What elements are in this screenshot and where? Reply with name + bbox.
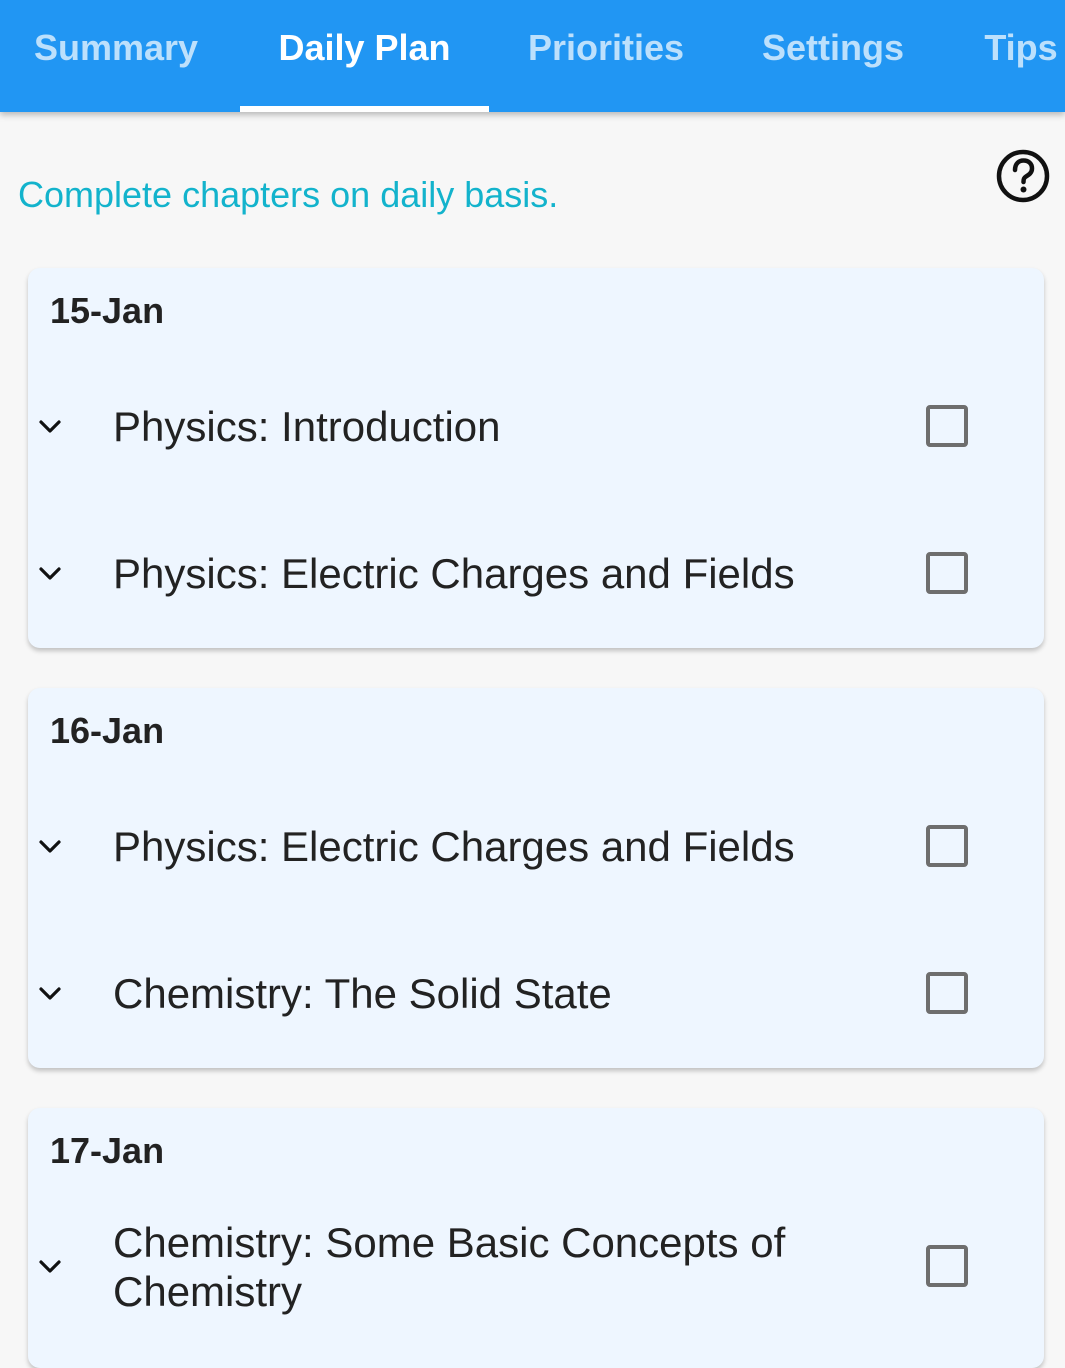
chapter-label: Chemistry: The Solid State: [113, 970, 612, 1017]
intro-text: Complete chapters on daily basis.: [18, 174, 559, 215]
day-date: 17-Jan: [50, 1130, 165, 1171]
chapter-label: Chemistry: Some Basic Concepts of Chemis…: [113, 1219, 786, 1315]
chevron-down-icon[interactable]: [36, 413, 64, 441]
tab-settings[interactable]: Settings: [725, 0, 941, 112]
tab-priorities[interactable]: Priorities: [495, 0, 717, 112]
chapter-checkbox[interactable]: [926, 972, 968, 1014]
day-card: 15-Jan Physics: Introduction Physics: El…: [28, 268, 1044, 648]
chapter-label: Physics: Electric Charges and Fields: [113, 823, 795, 870]
tab-tips[interactable]: Tips: [955, 0, 1065, 112]
day-date: 16-Jan: [50, 710, 165, 751]
chevron-down-icon[interactable]: [36, 560, 64, 588]
chapter-label: Physics: Electric Charges and Fields: [113, 550, 795, 597]
chevron-down-icon[interactable]: [36, 1253, 64, 1281]
tab-bar: Summary Daily Plan Priorities Settings T…: [0, 0, 1065, 112]
day-card: 17-Jan Chemistry: Some Basic Concepts of…: [28, 1108, 1044, 1368]
chevron-down-icon[interactable]: [36, 833, 64, 861]
chapter-label: Physics: Introduction: [113, 403, 501, 450]
help-circle-icon[interactable]: [996, 149, 1050, 203]
tab-summary[interactable]: Summary: [0, 0, 232, 112]
day-card: 16-Jan Physics: Electric Charges and Fie…: [28, 688, 1044, 1068]
chevron-down-icon[interactable]: [36, 980, 64, 1008]
chapter-checkbox[interactable]: [926, 825, 968, 867]
day-date: 15-Jan: [50, 290, 165, 331]
chapter-checkbox[interactable]: [926, 405, 968, 447]
tab-daily-plan[interactable]: Daily Plan: [240, 0, 489, 112]
active-tab-indicator: [240, 106, 489, 112]
chapter-checkbox[interactable]: [926, 1245, 968, 1287]
chapter-checkbox[interactable]: [926, 552, 968, 594]
